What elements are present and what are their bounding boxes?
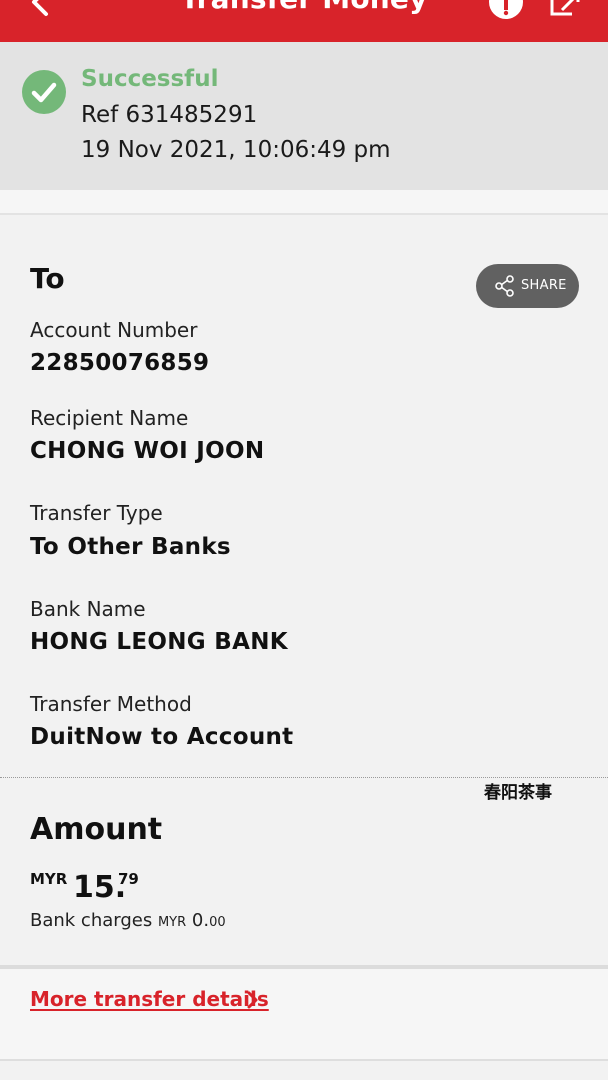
check-circle-icon — [22, 70, 66, 114]
account-number-label: Account Number — [30, 318, 198, 342]
amount-currency: MYR — [30, 870, 68, 888]
bank-charges-currency: MYR — [157, 915, 187, 930]
bank-name-value: HONG LEONG BANK — [30, 629, 288, 655]
transfer-method-value: DuitNow to Account — [30, 724, 294, 750]
account-number-value: 22850076859 — [30, 350, 210, 376]
to-section-title: To — [30, 262, 65, 295]
info-icon[interactable] — [488, 0, 524, 20]
bank-charges: Bank charges MYR 0.00 — [30, 910, 226, 931]
reference-number: Ref 631485291 — [81, 102, 258, 128]
bank-charges-label: Bank charges — [30, 910, 153, 931]
amount-section-title: Amount — [30, 812, 163, 847]
transfer-type-label: Transfer Type — [30, 501, 163, 525]
more-transfer-details-link[interactable]: More transfer details — [30, 987, 269, 1011]
bottom-fill — [0, 1061, 608, 1080]
bank-charges-cents: 00 — [209, 915, 226, 930]
bank-charges-value: 0. — [191, 910, 210, 931]
app-header: Transfer Money — [0, 0, 608, 42]
more-details-area: More transfer details — [0, 969, 608, 1061]
transaction-status-banner: Successful Ref 631485291 19 Nov 2021, 10… — [0, 42, 608, 190]
transfer-method-label: Transfer Method — [30, 692, 192, 716]
exit-icon[interactable] — [548, 0, 582, 18]
share-button-label: SHARE — [521, 278, 567, 293]
recipient-name-value: CHONG WOI JOON — [30, 438, 265, 464]
status-label: Successful — [81, 66, 219, 92]
section-spacer — [0, 190, 608, 215]
recipient-name-label: Recipient Name — [30, 406, 189, 430]
watermark-text: 春阳茶事 — [484, 783, 552, 803]
transfer-type-value: To Other Banks — [30, 534, 231, 560]
bank-name-label: Bank Name — [30, 597, 146, 621]
share-button[interactable]: SHARE — [476, 264, 579, 308]
share-icon — [494, 275, 516, 297]
amount-cents: 79 — [118, 870, 139, 888]
transaction-datetime: 19 Nov 2021, 10:06:49 pm — [81, 137, 391, 163]
chevron-right-icon[interactable] — [246, 991, 260, 1009]
